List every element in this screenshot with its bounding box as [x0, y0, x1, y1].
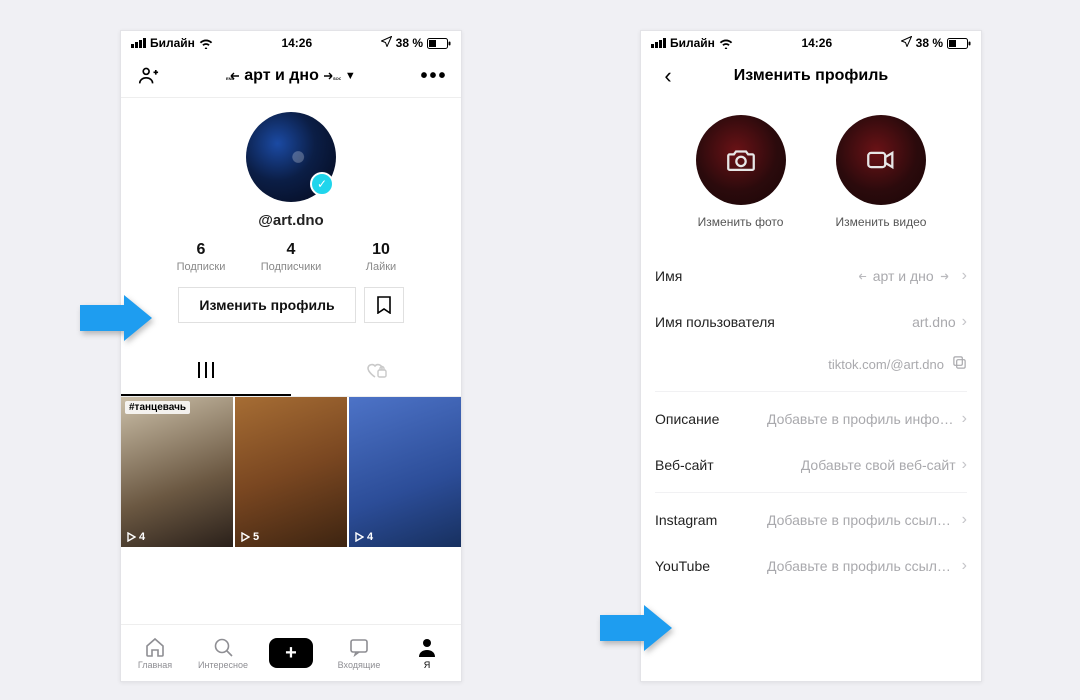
annotation-arrow [80, 295, 152, 341]
verified-badge-icon: ✓ [310, 172, 334, 196]
phone-profile: Билайн 14:26 38 % END арт и дно SOON ▼ •… [120, 30, 462, 682]
create-button[interactable]: + [269, 638, 313, 668]
row-profile-link[interactable]: tiktok.com/@art.dno [641, 345, 981, 387]
play-icon [355, 532, 364, 542]
stat-followers[interactable]: 4 Подписчики [246, 241, 336, 273]
profile-section: ✓ @art.dno 6 Подписки 4 Подписчики 10 Ла… [121, 98, 461, 333]
row-bio[interactable]: Описание Добавьте в профиль информа…› [641, 396, 981, 442]
nav-bar: END арт и дно SOON ▼ ••• [121, 55, 461, 98]
status-bar: Билайн 14:26 38 % [641, 31, 981, 55]
grid-icon [197, 361, 215, 379]
svg-text:END: END [226, 76, 235, 81]
row-name[interactable]: Имя арт и дно › [641, 253, 981, 299]
search-icon [212, 636, 234, 658]
tab-create[interactable]: + [257, 638, 325, 668]
soon-icon [940, 272, 956, 281]
profile-icon [416, 636, 438, 658]
video-icon [864, 143, 898, 177]
battery-text: 38 % [396, 36, 423, 50]
profile-title-text: арт и дно [244, 67, 319, 85]
change-photo-button[interactable] [696, 115, 786, 205]
stat-following[interactable]: 6 Подписки [156, 241, 246, 273]
add-friend-button[interactable] [133, 65, 163, 87]
video-cell[interactable]: 5 [235, 397, 347, 547]
chevron-down-icon: ▼ [345, 70, 356, 82]
carrier-label: Билайн [150, 36, 195, 50]
content-tabs [121, 351, 461, 397]
wifi-icon [719, 38, 733, 49]
video-cell[interactable]: 4 [349, 397, 461, 547]
change-photo-label: Изменить фото [698, 215, 784, 229]
wifi-icon [199, 38, 213, 49]
row-youtube[interactable]: YouTube Добавьте в профиль ссылку н…› [641, 543, 981, 589]
tab-discover[interactable]: Интересное [189, 636, 257, 670]
status-time: 14:26 [801, 36, 832, 50]
edit-profile-button[interactable]: Изменить профиль [178, 287, 355, 323]
signal-icon [131, 38, 146, 48]
stats-row: 6 Подписки 4 Подписчики 10 Лайки [121, 241, 461, 273]
nav-bar: ‹ Изменить профиль [641, 55, 981, 97]
chevron-right-icon: › [962, 511, 967, 529]
back-button[interactable]: ‹ [653, 63, 683, 89]
video-cell[interactable]: #танцевачь 4 [121, 397, 233, 547]
copy-icon [952, 355, 967, 373]
tab-home[interactable]: Главная [121, 636, 189, 670]
home-icon [144, 636, 166, 658]
profile-handle: @art.dno [121, 212, 461, 229]
row-username[interactable]: Имя пользователя art.dno› [641, 299, 981, 345]
stat-likes[interactable]: 10 Лайки [336, 241, 426, 273]
chevron-right-icon: › [962, 313, 967, 331]
battery-text: 38 % [916, 36, 943, 50]
play-icon [127, 532, 136, 542]
row-instagram[interactable]: Instagram Добавьте в профиль ссылку н…› [641, 497, 981, 543]
bookmark-button[interactable] [364, 287, 404, 323]
location-icon [381, 36, 392, 50]
tab-inbox[interactable]: Входящие [325, 636, 393, 670]
tab-grid[interactable] [121, 351, 291, 396]
heart-lock-icon [365, 361, 387, 379]
chevron-right-icon: › [962, 410, 967, 428]
status-time: 14:26 [281, 36, 312, 50]
end-icon [855, 272, 867, 281]
location-icon [901, 36, 912, 50]
row-website[interactable]: Веб-сайт Добавьте свой веб-сайт› [641, 442, 981, 488]
chevron-right-icon: › [962, 456, 967, 474]
battery-icon [427, 38, 451, 49]
carrier-label: Билайн [670, 36, 715, 50]
tab-liked[interactable] [291, 351, 461, 396]
more-button[interactable]: ••• [419, 66, 449, 86]
video-tag: #танцевачь [125, 401, 190, 414]
profile-title[interactable]: END арт и дно SOON ▼ [163, 67, 419, 85]
end-icon: END [226, 71, 240, 81]
play-icon [241, 532, 250, 542]
soon-icon: SOON [323, 71, 341, 81]
page-title: Изменить профиль [683, 67, 939, 85]
svg-text:SOON: SOON [333, 76, 341, 81]
video-grid: #танцевачь 4 5 4 [121, 397, 461, 547]
camera-icon [724, 143, 758, 177]
chevron-right-icon: › [962, 557, 967, 575]
avatar[interactable]: ✓ [246, 112, 336, 202]
inbox-icon [348, 636, 370, 658]
signal-icon [651, 38, 666, 48]
chevron-right-icon: › [962, 267, 967, 285]
media-edit-row: Изменить фото Изменить видео [641, 115, 981, 229]
phone-edit-profile: Билайн 14:26 38 % ‹ Изменить профиль Изм… [640, 30, 982, 682]
status-bar: Билайн 14:26 38 % [121, 31, 461, 55]
change-video-button[interactable] [836, 115, 926, 205]
battery-icon [947, 38, 971, 49]
change-video-label: Изменить видео [836, 215, 927, 229]
tab-me[interactable]: Я [393, 636, 461, 670]
settings-list: Имя арт и дно › Имя пользователя art.dno… [641, 253, 981, 589]
annotation-arrow [600, 605, 672, 651]
tab-bar: Главная Интересное + Входящие Я [121, 624, 461, 681]
